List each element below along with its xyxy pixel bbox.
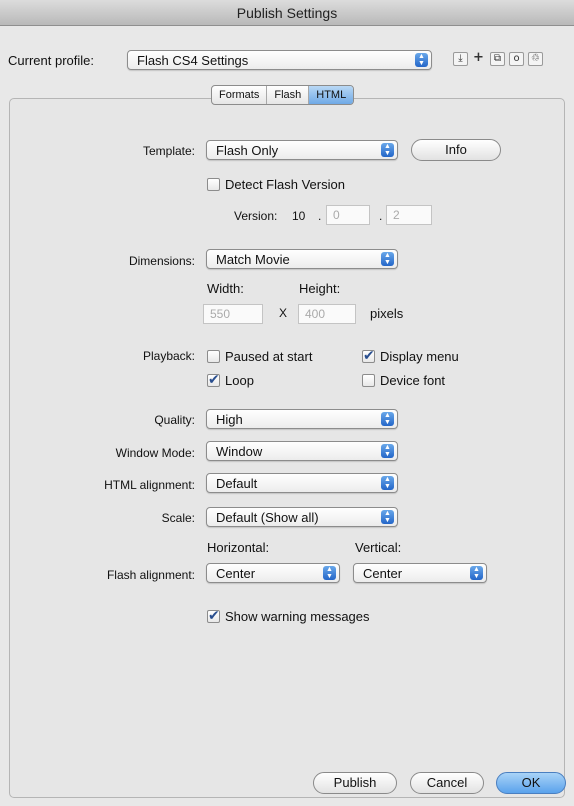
html-alignment-value: Default	[216, 476, 258, 491]
import-export-icon[interactable]: ⤓	[453, 52, 468, 66]
display-menu-label: Display menu	[380, 349, 459, 364]
detect-flash-checkbox[interactable]	[207, 178, 220, 191]
width-label: Width:	[207, 281, 244, 296]
dimensions-select[interactable]: Match Movie ▲ ▼	[206, 249, 398, 269]
chevron-updown-icon: ▲ ▼	[381, 444, 394, 458]
loop-checkbox[interactable]	[207, 372, 220, 388]
title-bar: Publish Settings	[0, 0, 574, 26]
chevron-updown-icon: ▲ ▼	[323, 566, 336, 580]
version-label: Version:	[234, 209, 278, 223]
device-font-checkbox[interactable]	[362, 374, 375, 387]
version-separator: .	[318, 209, 322, 223]
window-title: Publish Settings	[236, 5, 338, 21]
publish-button[interactable]: Publish	[313, 772, 397, 794]
chevron-updown-icon: ▲ ▼	[470, 566, 483, 580]
display-menu-checkbox[interactable]	[362, 348, 375, 364]
current-profile-select[interactable]: Flash CS4 Settings ▲ ▼	[127, 50, 432, 70]
delete-profile-icon[interactable]: ♲	[528, 52, 543, 66]
flash-horizontal-select[interactable]: Center ▲ ▼	[206, 563, 340, 583]
flash-vertical-select[interactable]: Center ▲ ▼	[353, 563, 487, 583]
chevron-updown-icon: ▲ ▼	[415, 53, 428, 67]
html-alignment-select[interactable]: Default ▲ ▼	[206, 473, 398, 493]
version-revision-field[interactable]: 2	[386, 205, 432, 225]
playback-label: Playback:	[142, 349, 195, 363]
scale-value: Default (Show all)	[216, 510, 319, 525]
flash-horizontal-value: Center	[216, 566, 256, 581]
dimensions-label: Dimensions:	[128, 254, 195, 268]
template-select[interactable]: Flash Only ▲ ▼	[206, 140, 398, 160]
ok-button[interactable]: OK	[496, 772, 566, 794]
cancel-button[interactable]: Cancel	[410, 772, 484, 794]
flash-alignment-label: Flash alignment:	[106, 568, 195, 582]
info-button[interactable]: Info	[411, 139, 501, 161]
version-separator: .	[379, 209, 383, 223]
tab-html[interactable]: HTML	[309, 86, 354, 104]
add-profile-icon[interactable]: +	[471, 51, 486, 66]
template-label: Template:	[142, 144, 195, 158]
tab-flash[interactable]: Flash	[267, 86, 310, 104]
height-label: Height:	[299, 281, 341, 296]
pixels-label: pixels	[370, 306, 404, 321]
scale-select[interactable]: Default (Show all) ▲ ▼	[206, 507, 398, 527]
paused-at-start-label: Paused at start	[225, 349, 313, 364]
quality-label: Quality:	[154, 413, 195, 427]
tab-bar: Formats Flash HTML	[211, 85, 355, 105]
version-minor-field[interactable]: 0	[326, 205, 370, 225]
html-alignment-label: HTML alignment:	[104, 478, 195, 492]
times-label: X	[279, 306, 288, 320]
current-profile-label: Current profile:	[8, 53, 94, 68]
show-warnings-checkbox[interactable]	[207, 608, 220, 624]
chevron-updown-icon: ▲ ▼	[381, 143, 394, 157]
horizontal-label: Horizontal:	[207, 540, 270, 555]
window-mode-label: Window Mode:	[115, 446, 195, 460]
height-field[interactable]: 400	[298, 304, 356, 324]
width-field[interactable]: 550	[203, 304, 263, 324]
current-profile-value: Flash CS4 Settings	[137, 53, 249, 68]
version-major: 10	[292, 209, 306, 223]
tab-formats[interactable]: Formats	[212, 86, 268, 104]
paused-at-start-checkbox[interactable]	[207, 350, 220, 363]
duplicate-profile-icon[interactable]: ⧉	[490, 52, 505, 66]
template-value: Flash Only	[216, 143, 279, 158]
detect-flash-label: Detect Flash Version	[225, 177, 345, 192]
loop-label: Loop	[225, 373, 254, 388]
flash-vertical-value: Center	[363, 566, 403, 581]
chevron-updown-icon: ▲ ▼	[381, 476, 394, 490]
chevron-updown-icon: ▲ ▼	[381, 510, 394, 524]
scale-label: Scale:	[161, 511, 195, 525]
device-font-label: Device font	[380, 373, 446, 388]
quality-select[interactable]: High ▲ ▼	[206, 409, 398, 429]
vertical-label: Vertical:	[355, 540, 402, 555]
window-mode-value: Window	[216, 444, 263, 459]
window-mode-select[interactable]: Window ▲ ▼	[206, 441, 398, 461]
show-warnings-label: Show warning messages	[225, 609, 370, 624]
profile-info-icon[interactable]: o	[509, 52, 524, 66]
dimensions-value: Match Movie	[216, 252, 290, 267]
chevron-updown-icon: ▲ ▼	[381, 252, 394, 266]
chevron-updown-icon: ▲ ▼	[381, 412, 394, 426]
quality-value: High	[216, 412, 243, 427]
